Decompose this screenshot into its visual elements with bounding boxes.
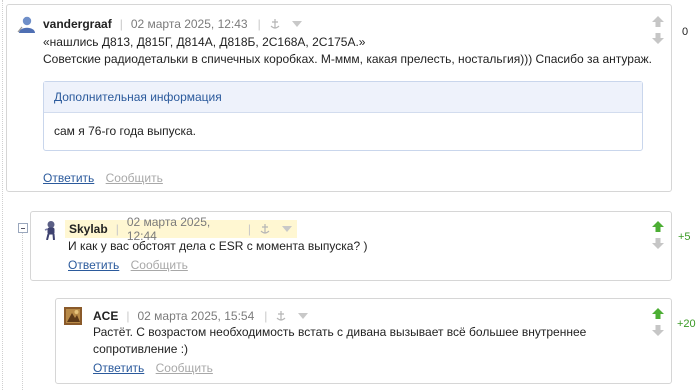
comment-actions: Ответить Сообщить — [68, 258, 188, 272]
avatar[interactable] — [41, 220, 59, 240]
vote-down-icon — [652, 33, 664, 44]
comment-score: 0 — [682, 26, 689, 38]
separator: | — [257, 17, 261, 31]
additional-info-title[interactable]: Дополнительная информация — [44, 82, 642, 113]
comment: Skylab | 02 марта 2025, 12:44 | И как у … — [30, 211, 672, 281]
vote-down-icon — [652, 325, 664, 336]
vote-up-button[interactable] — [651, 307, 665, 320]
reply-link[interactable]: Ответить — [93, 361, 144, 375]
comment-header: Skylab | 02 марта 2025, 12:44 | — [65, 215, 297, 243]
collapse-arrow-icon[interactable] — [291, 20, 303, 28]
vote-up-icon — [652, 308, 664, 319]
image-avatar-icon — [64, 307, 82, 325]
report-link[interactable]: Сообщить — [106, 171, 163, 185]
comment-score: +20 — [677, 318, 696, 330]
vote-up-icon — [652, 221, 664, 232]
comment: vandergraaf | 02 марта 2025, 12:43 | «на… — [6, 4, 672, 192]
comment-line: И как у вас обстоят дела с ESR с момента… — [68, 239, 368, 253]
author-name[interactable]: Skylab — [69, 222, 108, 236]
comment-header: vandergraaf | 02 марта 2025, 12:43 | — [43, 15, 303, 33]
additional-info-text: сам я 76-го года выпуска. — [54, 124, 196, 138]
report-link[interactable]: Сообщить — [156, 361, 213, 375]
avatar[interactable] — [17, 15, 35, 33]
anchor-icon[interactable] — [269, 18, 281, 30]
separator: | — [126, 309, 130, 323]
report-link[interactable]: Сообщить — [131, 258, 188, 272]
separator: | — [247, 222, 251, 236]
astronaut-avatar-icon — [44, 221, 55, 240]
comment: ACE | 02 марта 2025, 15:54 | Растёт. С в… — [55, 298, 672, 384]
comment-line: сопротивление :) — [93, 342, 189, 356]
user-avatar-icon — [17, 16, 35, 33]
comment-text: «нашлись Д813, Д815Г, Д814А, Д818Б, 2С16… — [43, 34, 652, 68]
comment-text: Растёт. С возрастом необходимость встать… — [93, 324, 586, 358]
comment-text: И как у вас обстоят дела с ESR с момента… — [68, 238, 367, 255]
reply-link[interactable]: Ответить — [68, 258, 119, 272]
vote-down-button[interactable] — [651, 324, 665, 337]
separator: | — [115, 222, 119, 236]
comment-line: Советские радиодетальки в спичечных коро… — [43, 52, 652, 66]
comment-line: Растёт. С возрастом необходимость встать… — [93, 325, 587, 339]
vote-down-icon — [652, 238, 664, 249]
author-name[interactable]: vandergraaf — [43, 17, 112, 31]
reply-link[interactable]: Ответить — [43, 171, 94, 185]
collapse-arrow-icon[interactable] — [297, 312, 309, 320]
thread-guide — [22, 232, 23, 390]
comment-actions: Ответить Сообщить — [43, 171, 163, 185]
comment-header: ACE | 02 марта 2025, 15:54 | — [93, 307, 309, 325]
comment-actions: Ответить Сообщить — [93, 361, 213, 375]
vote-up-button[interactable] — [651, 220, 665, 233]
collapse-thread-button[interactable] — [18, 223, 28, 233]
comment-date[interactable]: 02 марта 2025, 12:43 — [131, 17, 248, 31]
separator: | — [119, 17, 123, 31]
anchor-icon[interactable] — [259, 223, 271, 235]
vote-down-button[interactable] — [651, 32, 665, 45]
separator: | — [264, 309, 268, 323]
avatar[interactable] — [64, 307, 82, 325]
anchor-icon[interactable] — [275, 310, 287, 322]
comment-date[interactable]: 02 марта 2025, 15:54 — [137, 309, 254, 323]
vote-up-button[interactable] — [651, 15, 665, 28]
vote-down-button[interactable] — [651, 237, 665, 250]
thread-guide — [2, 0, 3, 390]
author-name[interactable]: ACE — [93, 309, 118, 323]
vote-up-icon — [652, 16, 664, 27]
collapse-arrow-icon[interactable] — [281, 225, 293, 233]
additional-info-box: Дополнительная информация сам я 76-го го… — [43, 81, 643, 151]
comment-line: «нашлись Д813, Д815Г, Д814А, Д818Б, 2С16… — [43, 35, 366, 49]
comment-score: +5 — [678, 231, 691, 243]
